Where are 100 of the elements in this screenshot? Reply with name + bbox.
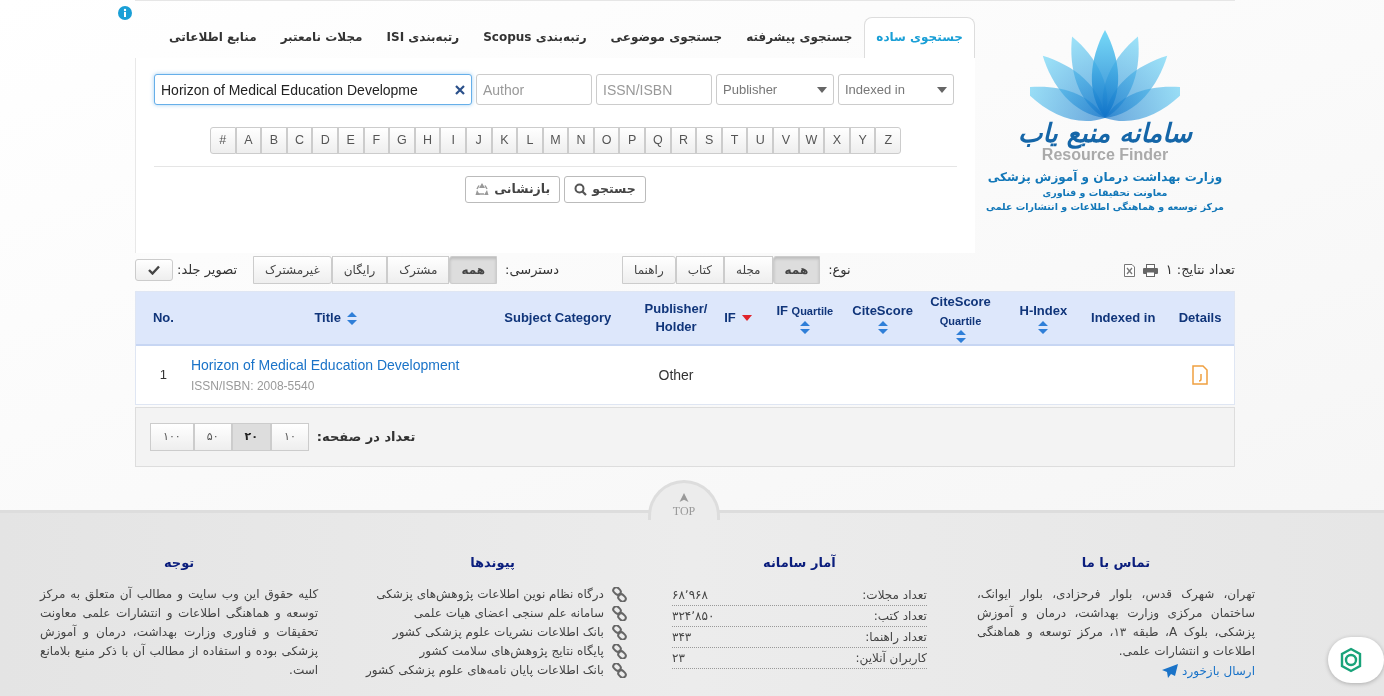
letter-button[interactable]: R <box>670 127 697 154</box>
column-header[interactable]: CiteScore Quartile <box>914 293 1007 330</box>
tab[interactable]: جستجوی پیشرفته <box>734 17 865 58</box>
check-icon <box>148 265 160 275</box>
letter-button[interactable]: F <box>363 127 390 154</box>
letter-button[interactable]: W <box>798 127 825 154</box>
footer-link[interactable]: پایگاه نتایج پژوهش‌های سلامت کشور <box>419 641 604 661</box>
tab[interactable]: مجلات نامعتبر <box>268 17 375 58</box>
sort-descending-icon[interactable] <box>741 315 752 321</box>
column-header[interactable]: IF <box>724 308 736 328</box>
letter-button[interactable]: C <box>286 127 313 154</box>
filter-option[interactable]: رایگان <box>331 256 388 284</box>
sort-icon[interactable] <box>955 329 966 343</box>
reset-button[interactable]: بازنشانی <box>465 175 561 203</box>
footer-link[interactable]: بانک اطلاعات نشریات علوم پزشکی کشور <box>392 622 604 642</box>
page-size-option[interactable]: ۵۰ <box>193 422 232 452</box>
journal-title-link[interactable]: Horizon of Medical Education Development <box>190 354 460 376</box>
filter-option[interactable]: راهنما <box>622 256 676 284</box>
section-heading: پیوندها <box>469 554 516 572</box>
chat-logo-icon <box>1338 647 1364 673</box>
stat-label: تعداد مجلات: <box>862 586 927 604</box>
letter-button[interactable]: D <box>312 127 338 154</box>
page-size-option[interactable]: ۲۰ <box>231 422 271 452</box>
table-cell: Other <box>658 366 694 383</box>
footer-link[interactable]: درگاه نظام نوین اطلاعات پژوهش‌های پزشکی <box>376 584 604 604</box>
filter-option[interactable]: همه <box>772 256 821 284</box>
column-header[interactable]: CiteScore <box>852 302 913 321</box>
column-header[interactable]: Publisher/ Holder <box>635 299 717 337</box>
letter-button[interactable]: Q <box>645 127 671 154</box>
letter-button[interactable]: T <box>721 127 748 154</box>
filter-option[interactable]: کتاب <box>675 256 724 284</box>
input-field[interactable]: Author <box>476 74 592 105</box>
section-heading: تماس با ما <box>1080 554 1152 572</box>
letter-button[interactable]: N <box>568 127 594 154</box>
column-header[interactable]: Indexed in <box>1091 308 1156 328</box>
tab[interactable]: رتبه‌بندی ISI <box>374 17 472 58</box>
page-size-option[interactable]: ۱۰ <box>271 422 309 452</box>
column-header[interactable]: No. <box>153 308 174 328</box>
tab[interactable]: جستجوی موضوعی <box>598 17 735 58</box>
page-size-option[interactable]: ۱۰۰ <box>150 422 194 452</box>
sort-icon[interactable] <box>346 311 357 325</box>
letter-button[interactable]: P <box>619 127 646 154</box>
letter-button[interactable]: J <box>465 127 492 154</box>
sort-icon[interactable] <box>877 320 888 334</box>
section-heading: آمار سامانه <box>762 553 837 572</box>
stat-label: کاربران آنلاین: <box>855 649 927 668</box>
letter-button[interactable]: H <box>414 127 441 154</box>
letter-button[interactable]: I <box>440 127 466 154</box>
stat-label: تعداد راهنما: <box>865 628 927 646</box>
filter-option[interactable]: همه <box>449 256 498 284</box>
search-button[interactable]: جستجو <box>564 175 646 203</box>
letter-button[interactable]: V <box>773 127 799 154</box>
column-header[interactable]: H-Index <box>1019 302 1068 321</box>
column-header[interactable]: IF Quartile <box>776 302 834 321</box>
check-button[interactable] <box>135 259 173 281</box>
letter-button[interactable]: # <box>210 127 236 154</box>
input-field[interactable]: ISSN/ISBN <box>596 74 712 105</box>
letter-button[interactable]: Z <box>875 127 901 154</box>
letter-button[interactable]: X <box>824 127 850 154</box>
tab[interactable]: رتبه‌بندی Scopus <box>471 17 599 58</box>
filter-option[interactable]: غیرمشترک <box>253 256 332 284</box>
result-count: تعداد نتایج: ۱ <box>1165 261 1235 280</box>
footer-link[interactable]: سامانه علم سنجی اعضای هیات علمی <box>413 603 604 623</box>
clear-icon[interactable] <box>455 85 465 95</box>
letter-button[interactable]: S <box>696 127 722 154</box>
feedback-link[interactable]: ارسال بازخورد <box>1162 661 1255 680</box>
dropdown[interactable]: Indexed in <box>838 74 954 105</box>
tab[interactable]: منابع اطلاعاتی <box>157 17 269 58</box>
link-icon <box>611 586 627 602</box>
filter-option[interactable]: مجله <box>723 256 773 284</box>
letter-button[interactable]: Y <box>849 127 876 154</box>
sort-icon[interactable] <box>1038 320 1049 334</box>
filter-option[interactable]: مشترک <box>387 256 450 284</box>
input-field[interactable]: Horizon of Medical Education Developme <box>154 74 472 105</box>
chat-button[interactable] <box>1328 637 1384 683</box>
filter-label: تصویر جلد: <box>177 261 238 280</box>
letter-button[interactable]: B <box>261 127 287 154</box>
letter-button[interactable]: L <box>517 127 543 154</box>
column-header[interactable]: Subject Category <box>504 308 612 328</box>
sort-icon[interactable] <box>799 320 810 334</box>
letter-button[interactable]: A <box>235 127 262 154</box>
letter-button[interactable]: M <box>542 127 569 154</box>
link-icon <box>611 643 627 659</box>
organization-name: معاونت تحقیقات و فناوری <box>1041 185 1169 200</box>
letter-button[interactable]: K <box>491 127 518 154</box>
letter-button[interactable]: E <box>337 127 364 154</box>
info-icon[interactable] <box>118 6 132 20</box>
footer-link[interactable]: بانک اطلاعات پایان نامه‌های علوم پزشکی کشور <box>365 660 604 680</box>
document-icon[interactable] <box>1192 365 1209 385</box>
column-header[interactable]: Details <box>1178 308 1222 328</box>
letter-button[interactable]: U <box>747 127 774 154</box>
column-header[interactable]: Title <box>314 308 341 328</box>
excel-icon[interactable] <box>1123 263 1135 277</box>
print-icon[interactable] <box>1142 263 1158 277</box>
table-cell: 1 <box>159 367 168 383</box>
stat-label: تعداد کتب: <box>873 607 927 625</box>
letter-button[interactable]: G <box>389 127 415 154</box>
dropdown[interactable]: Publisher <box>716 74 834 105</box>
issn-text: ISSN/ISBN: 2008-5540 <box>190 378 315 393</box>
letter-button[interactable]: O <box>593 127 620 154</box>
